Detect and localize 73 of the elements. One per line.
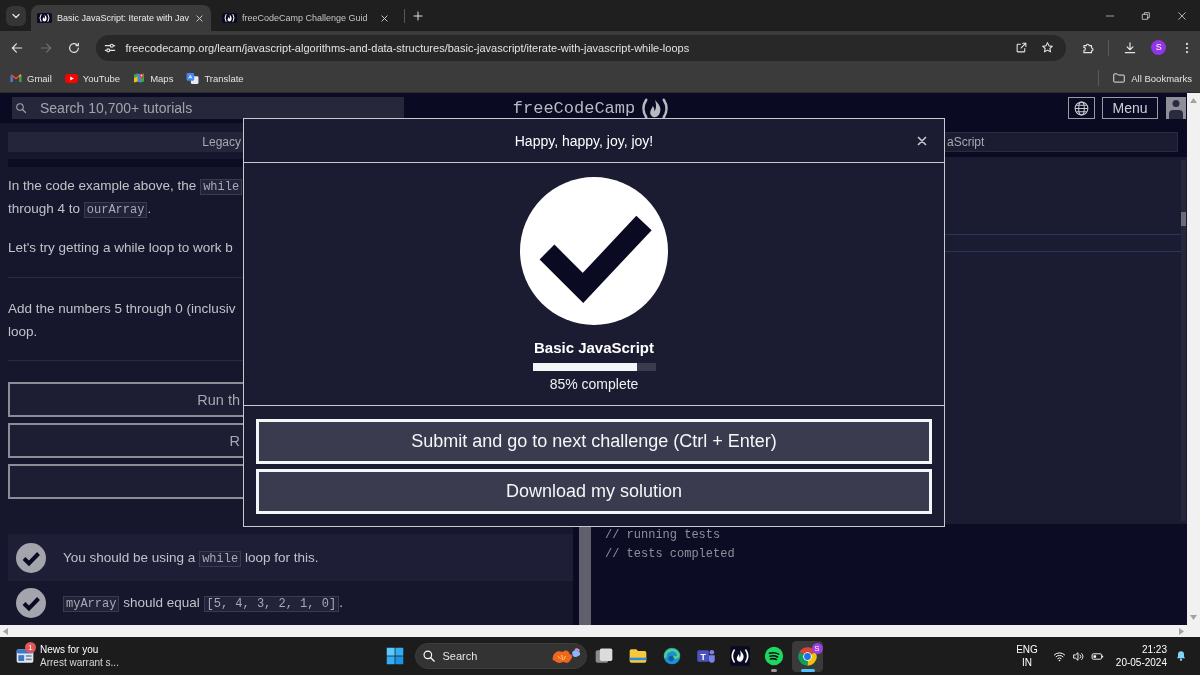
bookmark[interactable]: YouTube [64,72,121,84]
back-arrow-icon[interactable] [10,40,25,55]
instruction-paragraph: Add the numbers 5 through 0 (inclusiv loop. [8,300,236,341]
news-headline[interactable]: Arrest warrant s... [40,656,119,669]
menu-button[interactable]: Menu [1102,97,1158,119]
check-circle-icon [520,177,668,325]
dialog-title: Happy, happy, joy, joy! [514,132,654,149]
close-icon[interactable] [380,13,389,23]
folder-icon[interactable] [627,646,648,666]
swirl-icon[interactable] [661,646,682,666]
search-field[interactable]: Search 10,700+ tutorials [12,97,404,119]
translate-icon [186,71,200,85]
action-button[interactable]: R [8,423,243,458]
console-line: // tests completed [605,546,735,563]
flame-logo-icon [37,13,52,23]
volume-icon[interactable] [1071,649,1085,663]
download-icon[interactable] [1123,40,1138,55]
close-icon[interactable] [195,13,204,23]
search-field[interactable]: Search [414,643,587,669]
restore-icon[interactable] [1141,10,1151,21]
ring-icon[interactable] [792,640,823,672]
bookmark[interactable]: Gmail [10,72,52,84]
folder-icon [1112,71,1127,85]
tab-list-button[interactable] [6,5,26,26]
profile-badge: S [811,643,823,654]
close-icon[interactable] [916,134,928,147]
logo-text[interactable]: freeCodeCamp [512,98,636,118]
clock[interactable]: 21:23 20-05-2024 [1115,643,1167,669]
envelope-m-icon [10,73,22,83]
browser-tab[interactable]: freeCodeCamp Challenge Guid [216,5,396,31]
globe-button[interactable] [1068,97,1095,119]
flame-tile-icon[interactable] [729,646,750,666]
progress-label: 85% complete [549,375,639,393]
profile-avatar[interactable]: S [1151,40,1167,55]
console-line: // running tests [605,527,721,544]
plus-icon[interactable] [412,9,424,22]
action-button[interactable]: Run th [8,382,243,417]
bell-icon[interactable] [1175,650,1187,662]
news-title[interactable]: News for you [40,643,99,656]
action-button[interactable] [8,464,243,499]
notification-badge: 1 [25,642,36,653]
open-in-new-icon[interactable] [1014,41,1028,54]
breadcrumb[interactable]: Legacy [8,132,243,152]
search-icon [421,649,436,663]
wifi-icon[interactable] [1052,649,1066,663]
bookmark[interactable]: Translate [186,71,244,85]
breadcrumb[interactable]: aScript [945,132,1178,152]
instruction-paragraph: In the code example above, the while through 4 to ourArray . [8,174,243,220]
stacked-squares-icon[interactable] [593,646,614,666]
news-icon[interactable] [15,646,35,666]
editor-scrollbar[interactable] [1181,160,1186,521]
instruction-paragraph: Let's try getting a while loop to work b [8,239,233,257]
close-icon[interactable] [1177,10,1187,21]
test-text: myArray should equal [5, 4, 3, 2, 1, 0] . [63,593,343,613]
reload-icon[interactable] [67,40,82,55]
waves-circle-icon[interactable] [763,646,784,666]
dialog-button[interactable]: Submit and go to next challenge (Ctrl + Enter) [256,419,932,464]
browser-tab[interactable]: Basic JavaScript: Iterate with Jav [31,5,211,31]
block-title: Basic JavaScript [533,338,655,358]
map-pin-icon [133,72,146,84]
all-bookmarks-button[interactable]: All Bookmarks [1112,71,1192,85]
flame-logo-icon [222,13,237,23]
language-indicator[interactable]: ENG IN [1016,643,1038,669]
dialog-button[interactable]: Download my solution [256,469,932,514]
globe-icon [1073,99,1090,117]
search-icon [15,102,27,114]
address-bar[interactable]: freecodecamp.org/learn/javascript-algorithms-and-data-structures/basic-javascript/iterate-with-javascript-while-loops [95,34,1066,61]
play-icon [64,73,78,83]
bookmark[interactable]: Maps [133,72,174,84]
test-text: You should be using a while loop for this. [63,548,319,568]
user-avatar-icon[interactable] [1166,97,1186,119]
star-icon[interactable] [1040,41,1054,54]
start-icon[interactable] [385,647,404,665]
